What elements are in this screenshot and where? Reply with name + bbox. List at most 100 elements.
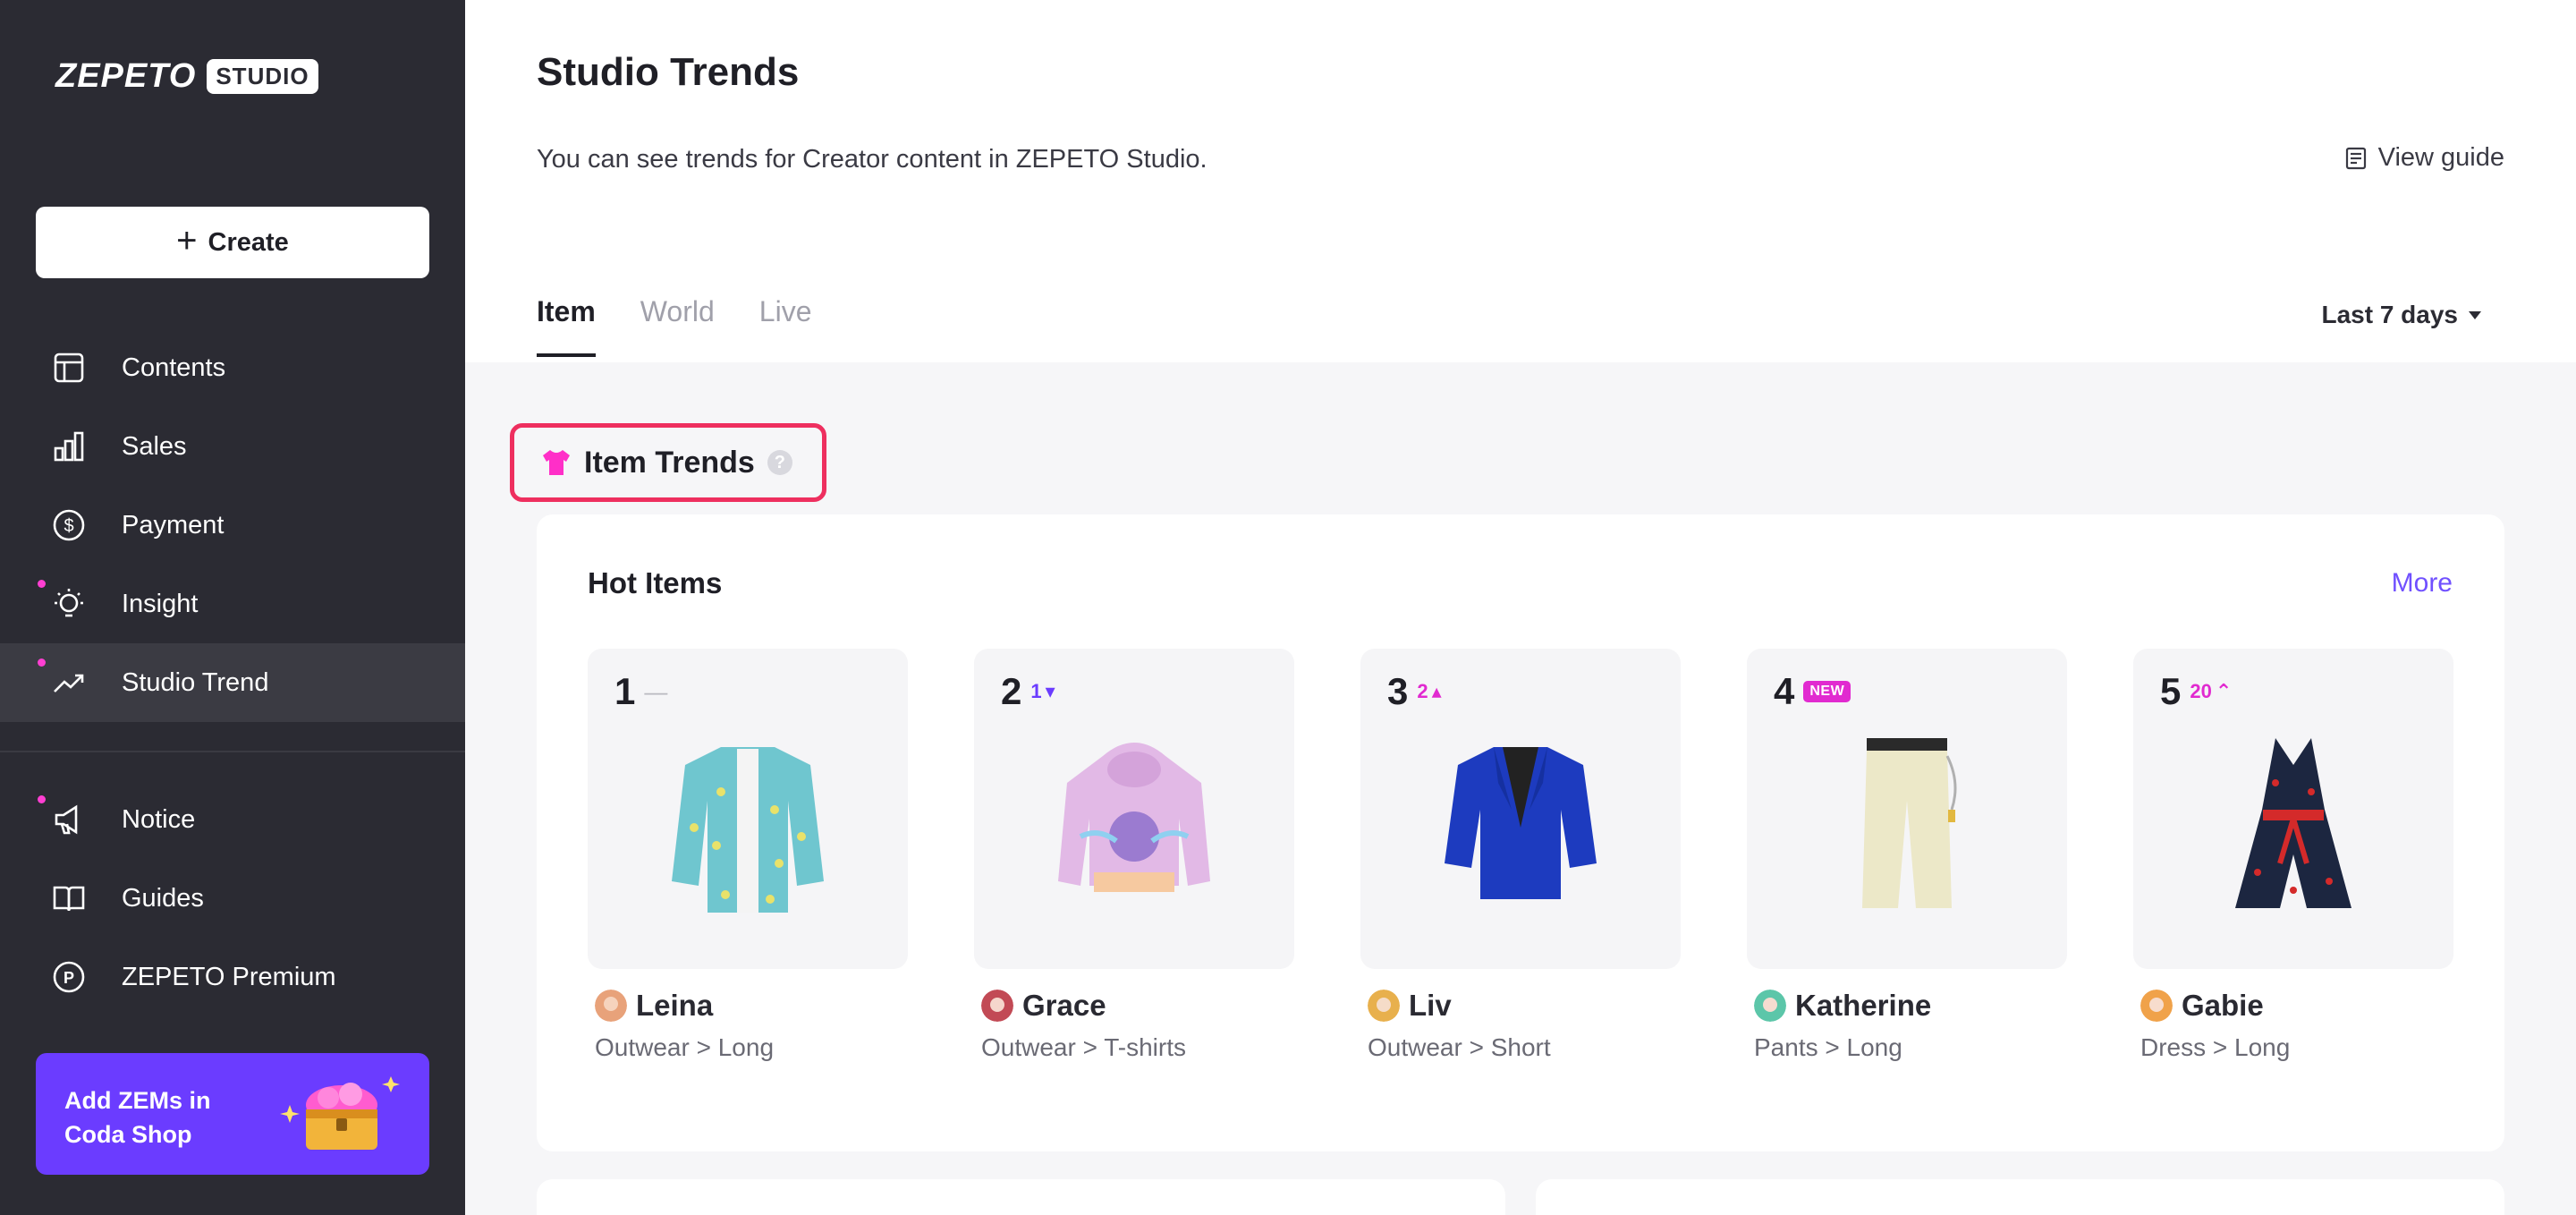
creator-info: Katherine	[1747, 989, 2067, 1023]
sidebar-item-label: Insight	[122, 589, 199, 618]
dollar-icon: $	[50, 506, 88, 544]
view-guide-link[interactable]: View guide	[2343, 143, 2504, 173]
dress-image	[2235, 738, 2351, 908]
promo-banner[interactable]: Add ZEMs in Coda Shop	[36, 1053, 429, 1175]
arrow-down-icon: ▾	[1045, 680, 1055, 702]
hot-items-title: Hot Items	[588, 566, 723, 599]
rank-delta: 20 ⌃	[2190, 680, 2232, 703]
shirt-icon	[543, 450, 570, 475]
item-thumbnail[interactable]: 3 2 ▴	[1360, 649, 1681, 969]
avatar	[1368, 990, 1400, 1022]
sidebar-item-label: Sales	[122, 431, 187, 461]
sidebar-item-label: Studio Trend	[122, 667, 269, 697]
logo-badge: STUDIO	[207, 59, 318, 94]
rank-number: 4	[1774, 670, 1795, 712]
sidebar-item-guides[interactable]: Guides	[0, 859, 465, 938]
creator-info: Liv	[1360, 989, 1681, 1023]
item-category: Dress > Long	[2140, 1033, 2291, 1061]
sidebar-item-label: ZEPETO Premium	[122, 962, 336, 991]
tab-world[interactable]: World	[640, 295, 715, 353]
creator-info: Gabie	[2133, 989, 2453, 1023]
tab-live[interactable]: Live	[759, 295, 812, 353]
page-title: Studio Trends	[537, 50, 800, 94]
tab-item[interactable]: Item	[537, 295, 596, 357]
item-category: Pants > Long	[1754, 1033, 1902, 1061]
sidebar-item-payment[interactable]: $ Payment	[0, 486, 465, 565]
period-dropdown[interactable]: Last 7 days	[2321, 301, 2481, 329]
rank-delta-value: —	[644, 677, 668, 705]
page-description: You can see trends for Creator content i…	[537, 145, 1208, 174]
section-title: Item Trends	[584, 445, 755, 480]
lower-card-right	[1536, 1179, 2504, 1215]
rank-indicator: 4 NEW	[1774, 670, 1852, 713]
double-arrow-up-icon: ⌃	[2215, 680, 2233, 702]
hot-item-card[interactable]: 5 20 ⌃ Gabie Dress > Long	[2133, 649, 2453, 1062]
hot-items-list: 1 — Leina Outwear > Long 2 1 ▾ Grace Out…	[588, 649, 2453, 1062]
hot-items-card: Hot Items More 1 — Leina Outwear > Long …	[537, 514, 2504, 1151]
plus-icon: +	[176, 221, 198, 260]
creator-name[interactable]: Grace	[1022, 989, 1106, 1023]
creator-name[interactable]: Liv	[1409, 989, 1452, 1023]
trend-tabs: Item World Live	[537, 295, 812, 357]
rank-number: 1	[614, 670, 636, 712]
more-link[interactable]: More	[2392, 568, 2453, 599]
item-thumbnail[interactable]: 2 1 ▾	[974, 649, 1294, 969]
hot-item-card[interactable]: 2 1 ▾ Grace Outwear > T-shirts	[974, 649, 1294, 1062]
rank-delta: 2 ▴	[1417, 680, 1441, 703]
avatar	[2140, 990, 2173, 1022]
logo-word: ZEPETO	[55, 57, 197, 95]
create-label: Create	[208, 227, 289, 257]
view-guide-label: View guide	[2377, 143, 2504, 172]
blazer-image	[1445, 747, 1597, 899]
item-category: Outwear > Short	[1368, 1033, 1551, 1061]
sidebar-item-label: Contents	[122, 353, 226, 382]
item-thumbnail[interactable]: 5 20 ⌃	[2133, 649, 2453, 969]
rank-delta: —	[644, 678, 667, 706]
lower-card-left	[537, 1179, 1505, 1215]
lightbulb-icon	[38, 580, 88, 623]
premium-icon: P	[50, 958, 88, 996]
sidebar: ZEPETO STUDIO + Create Contents Sales $ …	[0, 0, 465, 1215]
rank-delta-value: 20	[2190, 680, 2212, 702]
rank-delta-value: 1	[1030, 680, 1042, 702]
help-icon[interactable]: ?	[767, 450, 792, 475]
sidebar-item-zepeto-premium[interactable]: P ZEPETO Premium	[0, 938, 465, 1016]
sidebar-divider	[0, 751, 465, 752]
svg-text:P: P	[64, 969, 74, 987]
megaphone-icon	[38, 795, 88, 838]
sidebar-item-studio-trend[interactable]: Studio Trend	[0, 643, 465, 722]
rank-indicator: 1 —	[614, 670, 667, 713]
caret-down-icon	[2469, 310, 2481, 319]
layout-icon	[50, 349, 88, 387]
sidebar-item-notice[interactable]: Notice	[0, 780, 465, 859]
period-selected: Last 7 days	[2321, 301, 2458, 328]
hot-item-card[interactable]: 4 NEW Katherine Pants > Long	[1747, 649, 2067, 1062]
creator-info: Grace	[974, 989, 1294, 1023]
rank-number: 2	[1001, 670, 1022, 712]
sidebar-item-insight[interactable]: Insight	[0, 565, 465, 643]
treasure-chest-icon	[280, 1076, 400, 1150]
item-thumbnail[interactable]: 4 NEW	[1747, 649, 2067, 969]
creator-name[interactable]: Gabie	[2182, 989, 2264, 1023]
hot-item-card[interactable]: 3 2 ▴ Liv Outwear > Short	[1360, 649, 1681, 1062]
avatar	[981, 990, 1013, 1022]
rank-number: 3	[1387, 670, 1409, 712]
sidebar-item-sales[interactable]: Sales	[0, 407, 465, 486]
svg-text:$: $	[64, 516, 73, 536]
creator-info: Leina	[588, 989, 908, 1023]
hoodie-image	[1058, 743, 1210, 892]
creator-name[interactable]: Leina	[636, 989, 713, 1023]
pants-image	[1862, 738, 1957, 908]
new-badge: NEW	[1803, 681, 1852, 702]
document-icon	[2345, 147, 2366, 169]
item-trends-header: Item Trends ?	[510, 423, 826, 502]
hot-item-card[interactable]: 1 — Leina Outwear > Long	[588, 649, 908, 1062]
creator-name[interactable]: Katherine	[1795, 989, 1931, 1023]
sidebar-item-contents[interactable]: Contents	[0, 328, 465, 407]
rank-indicator: 3 2 ▴	[1387, 670, 1442, 713]
zepeto-studio-logo[interactable]: ZEPETO STUDIO	[55, 57, 318, 96]
jacket-image	[672, 747, 824, 913]
item-thumbnail[interactable]: 1 —	[588, 649, 908, 969]
create-button[interactable]: + Create	[36, 207, 429, 278]
trend-icon	[38, 658, 88, 701]
